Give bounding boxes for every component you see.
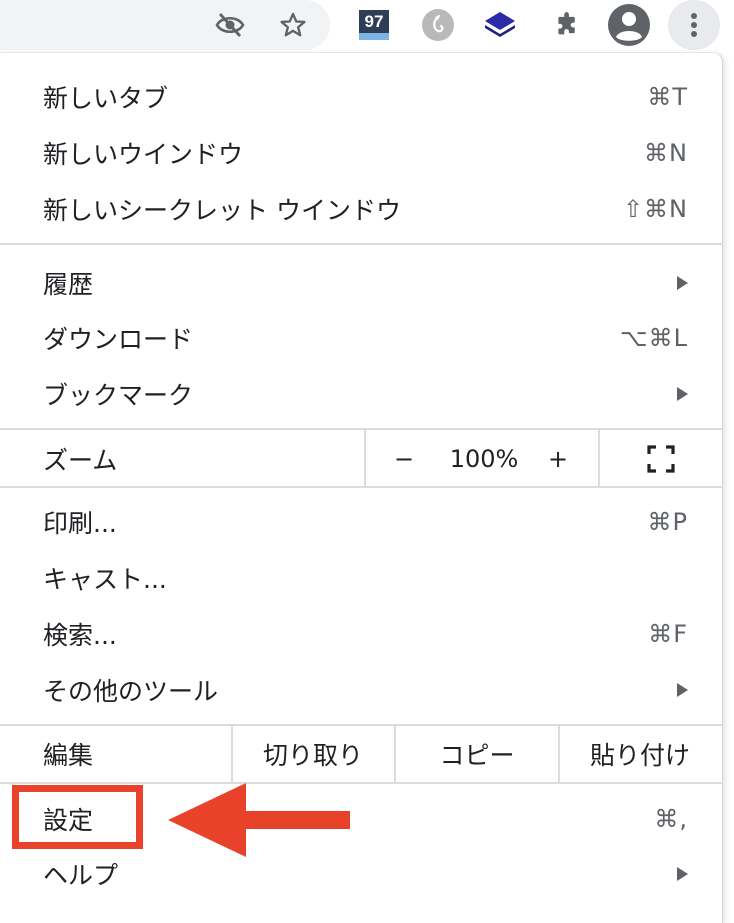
zoom-label: ズーム [43,446,118,475]
menu-item-shortcut: ⌘P [647,508,688,536]
extension-97-icon[interactable]: 97 [354,5,394,45]
extension-gray-icon[interactable] [418,5,458,45]
extension-layers-icon[interactable] [480,5,520,45]
zoom-in-button[interactable]: + [546,431,570,487]
menu-item-shortcut: ⌘N [644,139,688,167]
menu-item-more-tools[interactable]: その他のツール [0,662,722,718]
submenu-arrow-icon [677,683,688,697]
menu-divider [364,430,366,486]
menu-item-label: ヘルプ [43,861,119,890]
menu-item-label: 印刷... [43,509,117,538]
menu-item-new-tab[interactable]: 新しいタブ ⌘T [0,69,722,125]
puzzle-icon[interactable] [546,5,586,45]
menu-item-label: 検索... [43,621,117,650]
menu-item-new-window[interactable]: 新しいウインドウ ⌘N [0,125,722,181]
menu-divider [0,486,722,488]
menu-item-shortcut: ⌘T [647,83,688,111]
menu-item-shortcut: ⌥⌘L [619,324,688,352]
zoom-level: 100% [449,445,519,473]
star-icon[interactable] [273,5,313,45]
cut-button[interactable]: 切り取り [233,726,393,782]
menu-item-label: 新しいシークレット ウインドウ [43,196,401,225]
menu-item-bookmarks[interactable]: ブックマーク [0,366,722,422]
menu-item-label: キャスト... [43,565,167,594]
edit-label: 編集 [43,741,94,770]
menu-item-new-incognito-window[interactable]: 新しいシークレット ウインドウ ⇧⌘N [0,181,722,237]
submenu-arrow-icon [677,867,688,881]
menu-item-shortcut: ⇧⌘N [622,195,688,223]
menu-item-label: 新しいタブ [43,84,169,113]
submenu-arrow-icon [677,387,688,401]
menu-divider [0,428,722,430]
menu-item-downloads[interactable]: ダウンロード ⌥⌘L [0,310,722,366]
profile-icon[interactable] [607,3,651,47]
submenu-arrow-icon [677,276,688,290]
menu-item-help[interactable]: ヘルプ [0,846,722,902]
menu-item-find[interactable]: 検索... ⌘F [0,606,722,662]
menu-item-history[interactable]: 履歴 [0,255,722,311]
menu-divider [0,782,722,784]
red-arrow-icon [168,783,350,857]
menu-item-print[interactable]: 印刷... ⌘P [0,494,722,550]
menu-item-shortcut: ⌘, [654,805,688,833]
fullscreen-icon[interactable] [646,431,676,487]
menu-divider [598,430,600,486]
menu-item-label: ダウンロード [43,325,194,354]
menu-item-shortcut: ⌘F [648,620,688,648]
menu-item-label: 履歴 [43,270,94,299]
settings-highlight-box [12,785,143,849]
eye-slash-icon[interactable] [210,5,250,45]
menu-item-label: その他のツール [43,677,219,706]
browser-toolbar: 97 [0,0,734,50]
copy-button[interactable]: コピー [396,726,558,782]
menu-item-label: 新しいウインドウ [43,140,244,169]
extension-badge-text: 97 [364,12,384,31]
zoom-out-button[interactable]: − [392,431,416,487]
more-vert-icon[interactable] [668,0,720,50]
paste-button[interactable]: 貼り付け [560,726,720,782]
menu-item-cast[interactable]: キャスト... [0,550,722,606]
menu-divider [0,243,722,245]
menu-item-label: ブックマーク [43,381,194,410]
